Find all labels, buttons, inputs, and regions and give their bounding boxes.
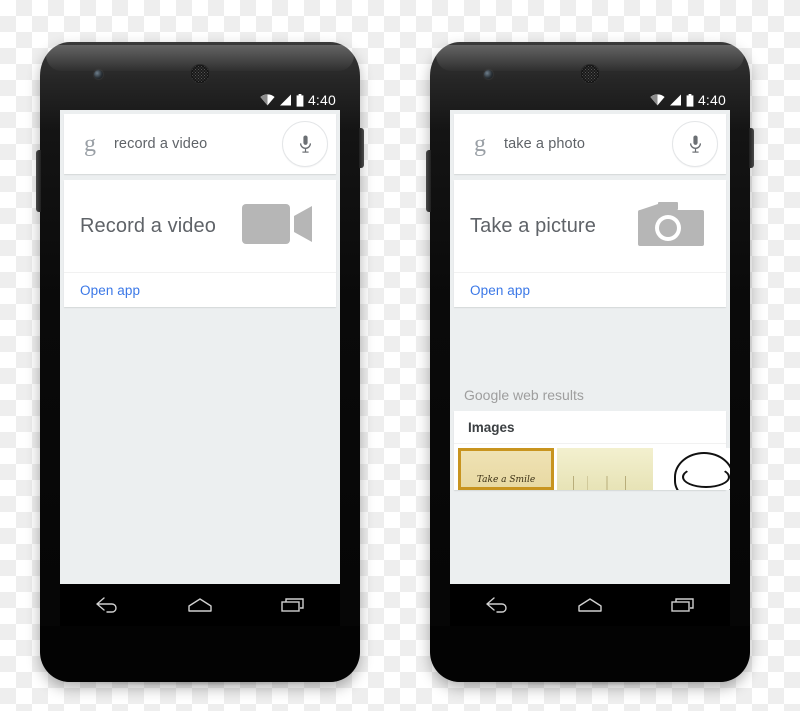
nav-bar-left	[60, 584, 340, 626]
volume-button-left[interactable]	[36, 150, 41, 212]
results-spacer	[450, 313, 730, 375]
wifi-icon	[260, 94, 275, 106]
search-query-left[interactable]: record a video	[114, 136, 282, 152]
back-icon	[95, 597, 117, 613]
nav-back-button-left[interactable]	[87, 592, 127, 618]
open-app-link-left[interactable]: Open app	[80, 283, 140, 298]
nav-back-button-right[interactable]	[477, 592, 517, 618]
app-card-left[interactable]: Record a video Open app	[64, 180, 336, 307]
signal-icon	[669, 94, 681, 106]
image-thumbnail-caption: Take a Smile	[476, 475, 536, 485]
app-card-title-right: Take a picture	[470, 214, 596, 237]
images-header: Images	[454, 411, 726, 444]
recents-icon	[281, 598, 305, 612]
open-app-row-left[interactable]: Open app	[64, 272, 336, 307]
thumbnail-art	[565, 476, 645, 490]
scene: 4:40 g record a video Record a video Ope…	[0, 0, 800, 711]
images-card[interactable]: Images Take a Smile	[454, 411, 730, 490]
power-button-left[interactable]	[359, 128, 364, 168]
phone-right: 4:40 g take a photo Take a picture Open …	[426, 42, 754, 682]
status-bar-right: 4:40	[450, 90, 730, 110]
search-card-left[interactable]: g record a video	[64, 114, 336, 174]
app-card-right[interactable]: Take a picture Open app	[454, 180, 726, 307]
google-g-icon: g	[474, 131, 486, 157]
signal-icon	[279, 94, 291, 106]
google-g-icon: g	[84, 131, 96, 157]
wifi-icon	[650, 94, 665, 106]
app-card-body-left[interactable]: Record a video	[64, 180, 336, 272]
video-camera-icon	[242, 199, 314, 254]
mic-icon	[299, 135, 311, 153]
recents-icon	[671, 598, 695, 612]
phone-left: 4:40 g record a video Record a video Ope…	[36, 42, 364, 682]
app-card-body-right[interactable]: Take a picture	[454, 180, 726, 272]
image-thumbnail[interactable]	[557, 448, 653, 490]
nav-home-button-right[interactable]	[570, 592, 610, 618]
web-results-section-label: Google web results	[464, 387, 584, 403]
battery-icon	[686, 93, 694, 107]
search-query-right[interactable]: take a photo	[504, 136, 672, 152]
mic-icon	[689, 135, 701, 153]
search-bar-right[interactable]: g take a photo	[454, 114, 726, 174]
status-bar-time: 4:40	[697, 92, 726, 108]
status-bar-time: 4:40	[307, 92, 336, 108]
battery-icon	[296, 93, 304, 107]
app-card-title-left: Record a video	[80, 214, 216, 237]
nav-recents-button-left[interactable]	[273, 592, 313, 618]
open-app-row-right[interactable]: Open app	[454, 272, 726, 307]
status-bar-left: 4:40	[60, 90, 340, 110]
phone-bottom-chin-right	[430, 626, 750, 682]
earpiece-speaker-icon	[580, 64, 600, 84]
image-thumbnail[interactable]: Take a Smile	[458, 448, 554, 490]
nav-recents-button-right[interactable]	[663, 592, 703, 618]
image-thumbnail[interactable]	[656, 448, 730, 490]
screen-left: g record a video Record a video Open app	[60, 110, 340, 584]
thumbnail-art	[674, 452, 730, 490]
volume-button-right[interactable]	[426, 150, 431, 212]
home-icon	[578, 598, 602, 612]
nav-bar-right	[450, 584, 730, 626]
back-icon	[485, 597, 507, 613]
phone-bottom-chin-left	[40, 626, 360, 682]
screen-right: g take a photo Take a picture Open app G…	[450, 110, 730, 584]
front-camera-icon	[94, 70, 103, 79]
open-app-link-right[interactable]: Open app	[470, 283, 530, 298]
mic-button-left[interactable]	[282, 121, 328, 167]
search-bar-left[interactable]: g record a video	[64, 114, 336, 174]
power-button-right[interactable]	[749, 128, 754, 168]
search-card-right[interactable]: g take a photo	[454, 114, 726, 174]
front-camera-icon	[484, 70, 493, 79]
camera-icon	[638, 198, 704, 255]
home-icon	[188, 598, 212, 612]
nav-home-button-left[interactable]	[180, 592, 220, 618]
image-thumbnail-row[interactable]: Take a Smile	[454, 444, 730, 490]
earpiece-speaker-icon	[190, 64, 210, 84]
mic-button-right[interactable]	[672, 121, 718, 167]
